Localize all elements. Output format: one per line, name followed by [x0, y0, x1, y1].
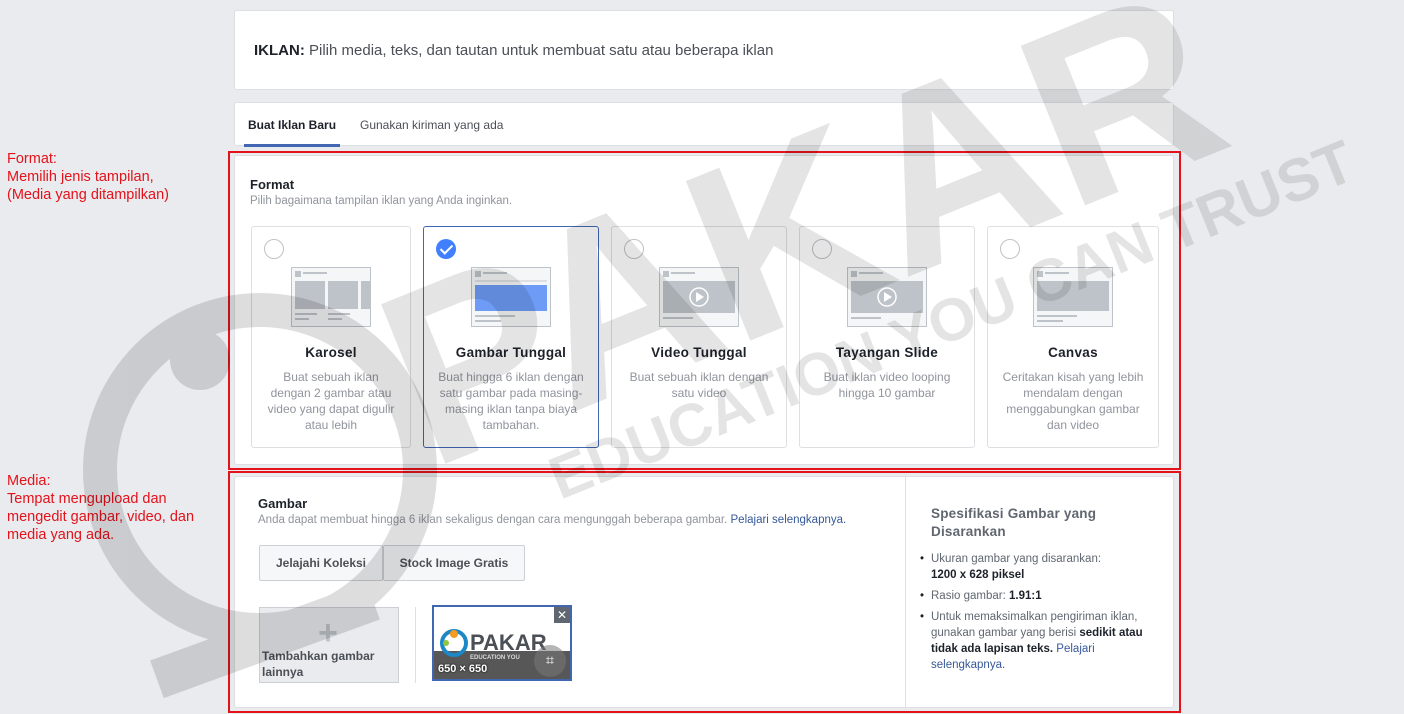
single-image-title: Gambar Tunggal	[455, 345, 567, 360]
single-video-title: Video Tunggal	[651, 345, 747, 360]
spec-delivery: Untuk memaksimalkan pengiriman iklan, gu…	[920, 609, 1151, 673]
svg-text:PAKAR: PAKAR	[470, 630, 547, 655]
radio-single-video[interactable]	[624, 239, 644, 259]
media-annotation: Media: Tempat mengupload dan mengedit ga…	[7, 473, 195, 543]
radio-slideshow[interactable]	[812, 239, 832, 259]
format-option-single-image[interactable]: Gambar Tunggal Buat hingga 6 iklan denga…	[423, 226, 599, 448]
plus-icon: +	[318, 614, 338, 652]
format-annotation: Format: Memilih jenis tampilan, (Media y…	[7, 151, 169, 203]
media-subtitle: Anda dapat membuat hingga 6 iklan sekali…	[258, 514, 847, 526]
slideshow-preview-icon	[847, 267, 927, 327]
video-preview-icon	[659, 267, 739, 327]
tabs-bar: Buat Iklan Baru Gunakan kiriman yang ada	[234, 102, 1174, 147]
media-section: Gambar Anda dapat membuat hingga 6 iklan…	[234, 476, 1174, 708]
learn-more-link[interactable]: Pelajari selengkapnya.	[731, 514, 847, 526]
spec-ratio: Rasio gambar: 1.91:1	[920, 588, 1151, 604]
format-subtitle: Pilih bagaimana tampilan iklan yang Anda…	[250, 195, 513, 207]
specs-divider	[905, 477, 906, 707]
slideshow-desc: Buat iklan video looping hingga 10 gamba…	[823, 370, 951, 400]
tab-use-existing-post[interactable]: Gunakan kiriman yang ada	[360, 103, 503, 147]
format-section: Format Pilih bagaimana tampilan iklan ya…	[234, 155, 1174, 465]
format-option-slideshow[interactable]: Tayangan Slide Buat iklan video looping …	[799, 226, 975, 448]
single-image-desc: Buat hingga 6 iklan dengan satu gambar p…	[438, 370, 584, 432]
format-title: Format	[250, 177, 295, 192]
tab-create-new-ad[interactable]: Buat Iklan Baru	[243, 103, 341, 147]
uploaded-image-thumbnail[interactable]: PAKAR EDUCATION YOU ✕ 650 × 650 ⌗	[432, 605, 572, 681]
format-option-carousel[interactable]: Karosel Buat sebuah iklan dengan 2 gamba…	[251, 226, 411, 448]
carousel-preview-icon	[291, 267, 371, 327]
slideshow-title: Tayangan Slide	[835, 345, 939, 360]
format-option-single-video[interactable]: Video Tunggal Buat sebuah iklan dengan s…	[611, 226, 787, 448]
add-image-label: Tambahkan gambar lainnya	[262, 649, 375, 679]
media-divider	[415, 607, 416, 683]
svg-text:EDUCATION YOU: EDUCATION YOU	[470, 655, 520, 661]
canvas-preview-icon	[1033, 267, 1113, 327]
radio-canvas[interactable]	[1000, 239, 1020, 259]
radio-single-image[interactable]	[436, 239, 456, 259]
carousel-title: Karosel	[305, 345, 357, 360]
radio-carousel[interactable]	[264, 239, 284, 259]
ads-header-card: IKLAN: Pilih media, teks, dan tautan unt…	[234, 10, 1174, 90]
single-image-preview-icon	[471, 267, 551, 327]
add-more-images-button[interactable]: + Tambahkan gambar lainnya	[259, 607, 399, 683]
image-dimensions: 650 × 650	[438, 663, 488, 675]
browse-library-button[interactable]: Jelajahi Koleksi	[259, 545, 383, 581]
free-stock-images-button[interactable]: Stock Image Gratis	[383, 545, 525, 581]
single-video-desc: Buat sebuah iklan dengan satu video	[629, 370, 769, 400]
remove-image-close-icon[interactable]: ✕	[554, 607, 570, 623]
format-option-canvas[interactable]: Canvas Ceritakan kisah yang lebih mendal…	[987, 226, 1159, 448]
spec-size: Ukuran gambar yang disarankan:1200 x 628…	[920, 551, 1151, 583]
specs-list: Ukuran gambar yang disarankan:1200 x 628…	[920, 551, 1151, 673]
canvas-desc: Ceritakan kisah yang lebih mendalam deng…	[1002, 370, 1144, 432]
media-title: Gambar	[258, 496, 308, 511]
specs-title: Spesifikasi Gambar yang Disarankan	[931, 506, 1097, 539]
canvas-title: Canvas	[1048, 345, 1098, 360]
crop-icon[interactable]: ⌗	[534, 645, 566, 677]
carousel-desc: Buat sebuah iklan dengan 2 gambar atau v…	[267, 370, 395, 432]
image-specs-panel: Spesifikasi Gambar yang Disarankan Ukura…	[920, 505, 1151, 678]
ads-header-text: IKLAN: Pilih media, teks, dan tautan unt…	[254, 42, 774, 59]
